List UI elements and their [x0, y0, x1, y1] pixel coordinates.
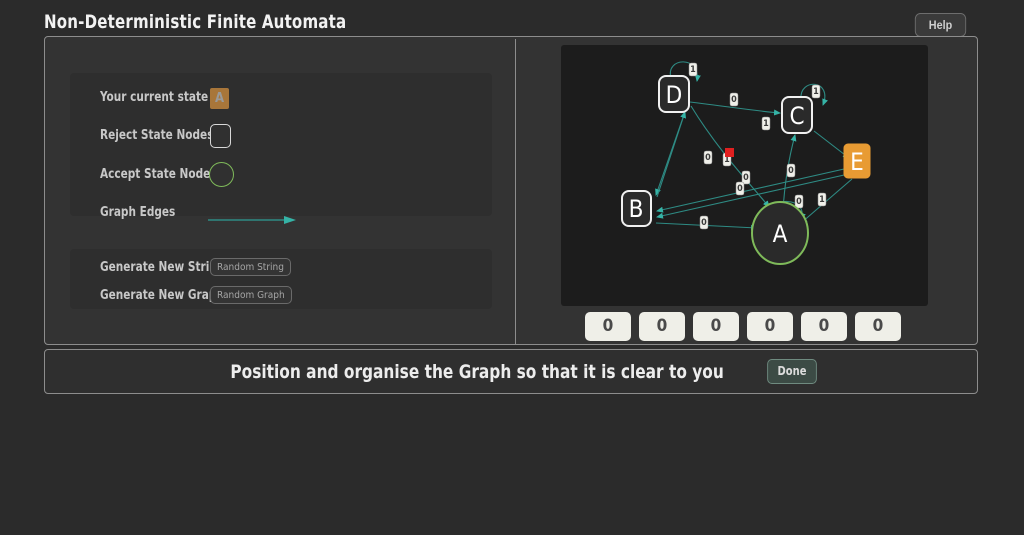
string-tile[interactable]: 0 — [801, 312, 847, 341]
input-string-tiles: 0 0 0 0 0 0 — [585, 312, 915, 342]
graph-node-B[interactable]: B — [621, 190, 652, 227]
svg-text:A: A — [773, 220, 788, 248]
edge-label-A-A: 0 — [794, 194, 804, 209]
graph-edge-labels-layer: 1 1 0 1 0 1 0 0 0 0 0 1 — [688, 62, 827, 230]
graph-node-A[interactable]: A — [751, 201, 809, 265]
instruction-bar-content: Position and organise the Graph so that … — [45, 350, 977, 393]
edge-label-A-C: 0 — [786, 163, 796, 178]
instruction-text: Position and organise the Graph so that … — [230, 360, 724, 383]
current-state-label: Your current state is — [100, 90, 222, 105]
legend-panel: Your current state is A Reject State Nod… — [70, 73, 492, 224]
svg-text:C: C — [789, 102, 804, 130]
done-button[interactable]: Done — [767, 359, 817, 384]
reject-state-label: Reject State Nodes — [100, 128, 214, 143]
svg-text:D: D — [666, 81, 683, 109]
edge-label-C-C: 1 — [811, 84, 821, 99]
panel-divider — [515, 39, 516, 344]
edge-label-D-D: 1 — [688, 62, 698, 77]
svg-text:0: 0 — [796, 197, 802, 207]
automata-graph[interactable]: 1 1 0 1 0 1 0 0 0 0 0 1 D C E B A — [561, 45, 928, 306]
graph-canvas[interactable]: 1 1 0 1 0 1 0 0 0 0 0 1 D C E B A — [561, 45, 928, 306]
legend-row-accept: Accept State Nodes — [70, 162, 492, 188]
edge-label-D-B: 0 — [703, 150, 713, 165]
svg-text:1: 1 — [819, 195, 825, 205]
accept-state-label: Accept State Nodes — [100, 167, 217, 182]
string-tile[interactable]: 0 — [855, 312, 901, 341]
string-tile[interactable]: 0 — [693, 312, 739, 341]
generate-panel: Generate New String Random String Genera… — [70, 249, 492, 309]
current-position-marker — [725, 148, 734, 157]
accept-state-swatch — [209, 162, 234, 187]
edge-label-E-A: 1 — [817, 192, 827, 207]
current-state-badge: A — [210, 88, 229, 109]
edge-label-D-A: 1 — [761, 116, 771, 131]
graph-node-E[interactable]: E — [843, 143, 871, 179]
svg-text:0: 0 — [701, 218, 707, 228]
legend-row-edges: Graph Edges — [70, 200, 492, 226]
page-title: Non-Deterministic Finite Automata — [44, 11, 347, 33]
string-tile[interactable]: 0 — [639, 312, 685, 341]
edge-B-D[interactable] — [656, 111, 686, 198]
svg-text:0: 0 — [705, 153, 711, 163]
graph-node-D[interactable]: D — [658, 75, 690, 113]
graph-edges-label: Graph Edges — [100, 205, 176, 220]
edge-label-B-A: 0 — [699, 215, 709, 230]
svg-text:0: 0 — [743, 173, 749, 183]
svg-text:1: 1 — [690, 65, 696, 75]
generate-new-string-label: Generate New String — [100, 260, 225, 275]
legend-row-reject: Reject State Nodes — [70, 123, 492, 149]
help-button[interactable]: Help — [914, 13, 967, 37]
svg-text:1: 1 — [813, 87, 819, 97]
reject-state-swatch — [210, 124, 231, 148]
svg-text:E: E — [850, 148, 864, 176]
string-tile[interactable]: 0 — [747, 312, 793, 341]
svg-text:B: B — [629, 195, 644, 223]
svg-text:0: 0 — [788, 166, 794, 176]
nfa-application: Non-Deterministic Finite Automata Help Y… — [0, 0, 1024, 535]
edge-E-A[interactable] — [800, 178, 853, 224]
graph-edge-swatch — [208, 212, 296, 224]
graph-nodes-layer: D C E B A — [621, 75, 871, 265]
svg-text:0: 0 — [731, 95, 737, 105]
main-panel: Your current state is A Reject State Nod… — [44, 36, 978, 345]
string-tile[interactable]: 0 — [585, 312, 631, 341]
instruction-bar: Position and organise the Graph so that … — [44, 349, 978, 394]
edge-label-E-B-lower: 0 — [735, 181, 745, 196]
graph-node-C[interactable]: C — [781, 96, 813, 134]
edge-label-D-C: 0 — [729, 92, 739, 107]
svg-text:0: 0 — [737, 184, 743, 194]
legend-row-current-state: Your current state is A — [70, 85, 492, 111]
svg-text:1: 1 — [763, 119, 769, 129]
random-graph-button[interactable]: Random Graph — [210, 286, 292, 304]
generate-new-graph-label: Generate New Graph — [100, 288, 224, 303]
random-string-button[interactable]: Random String — [210, 258, 291, 276]
